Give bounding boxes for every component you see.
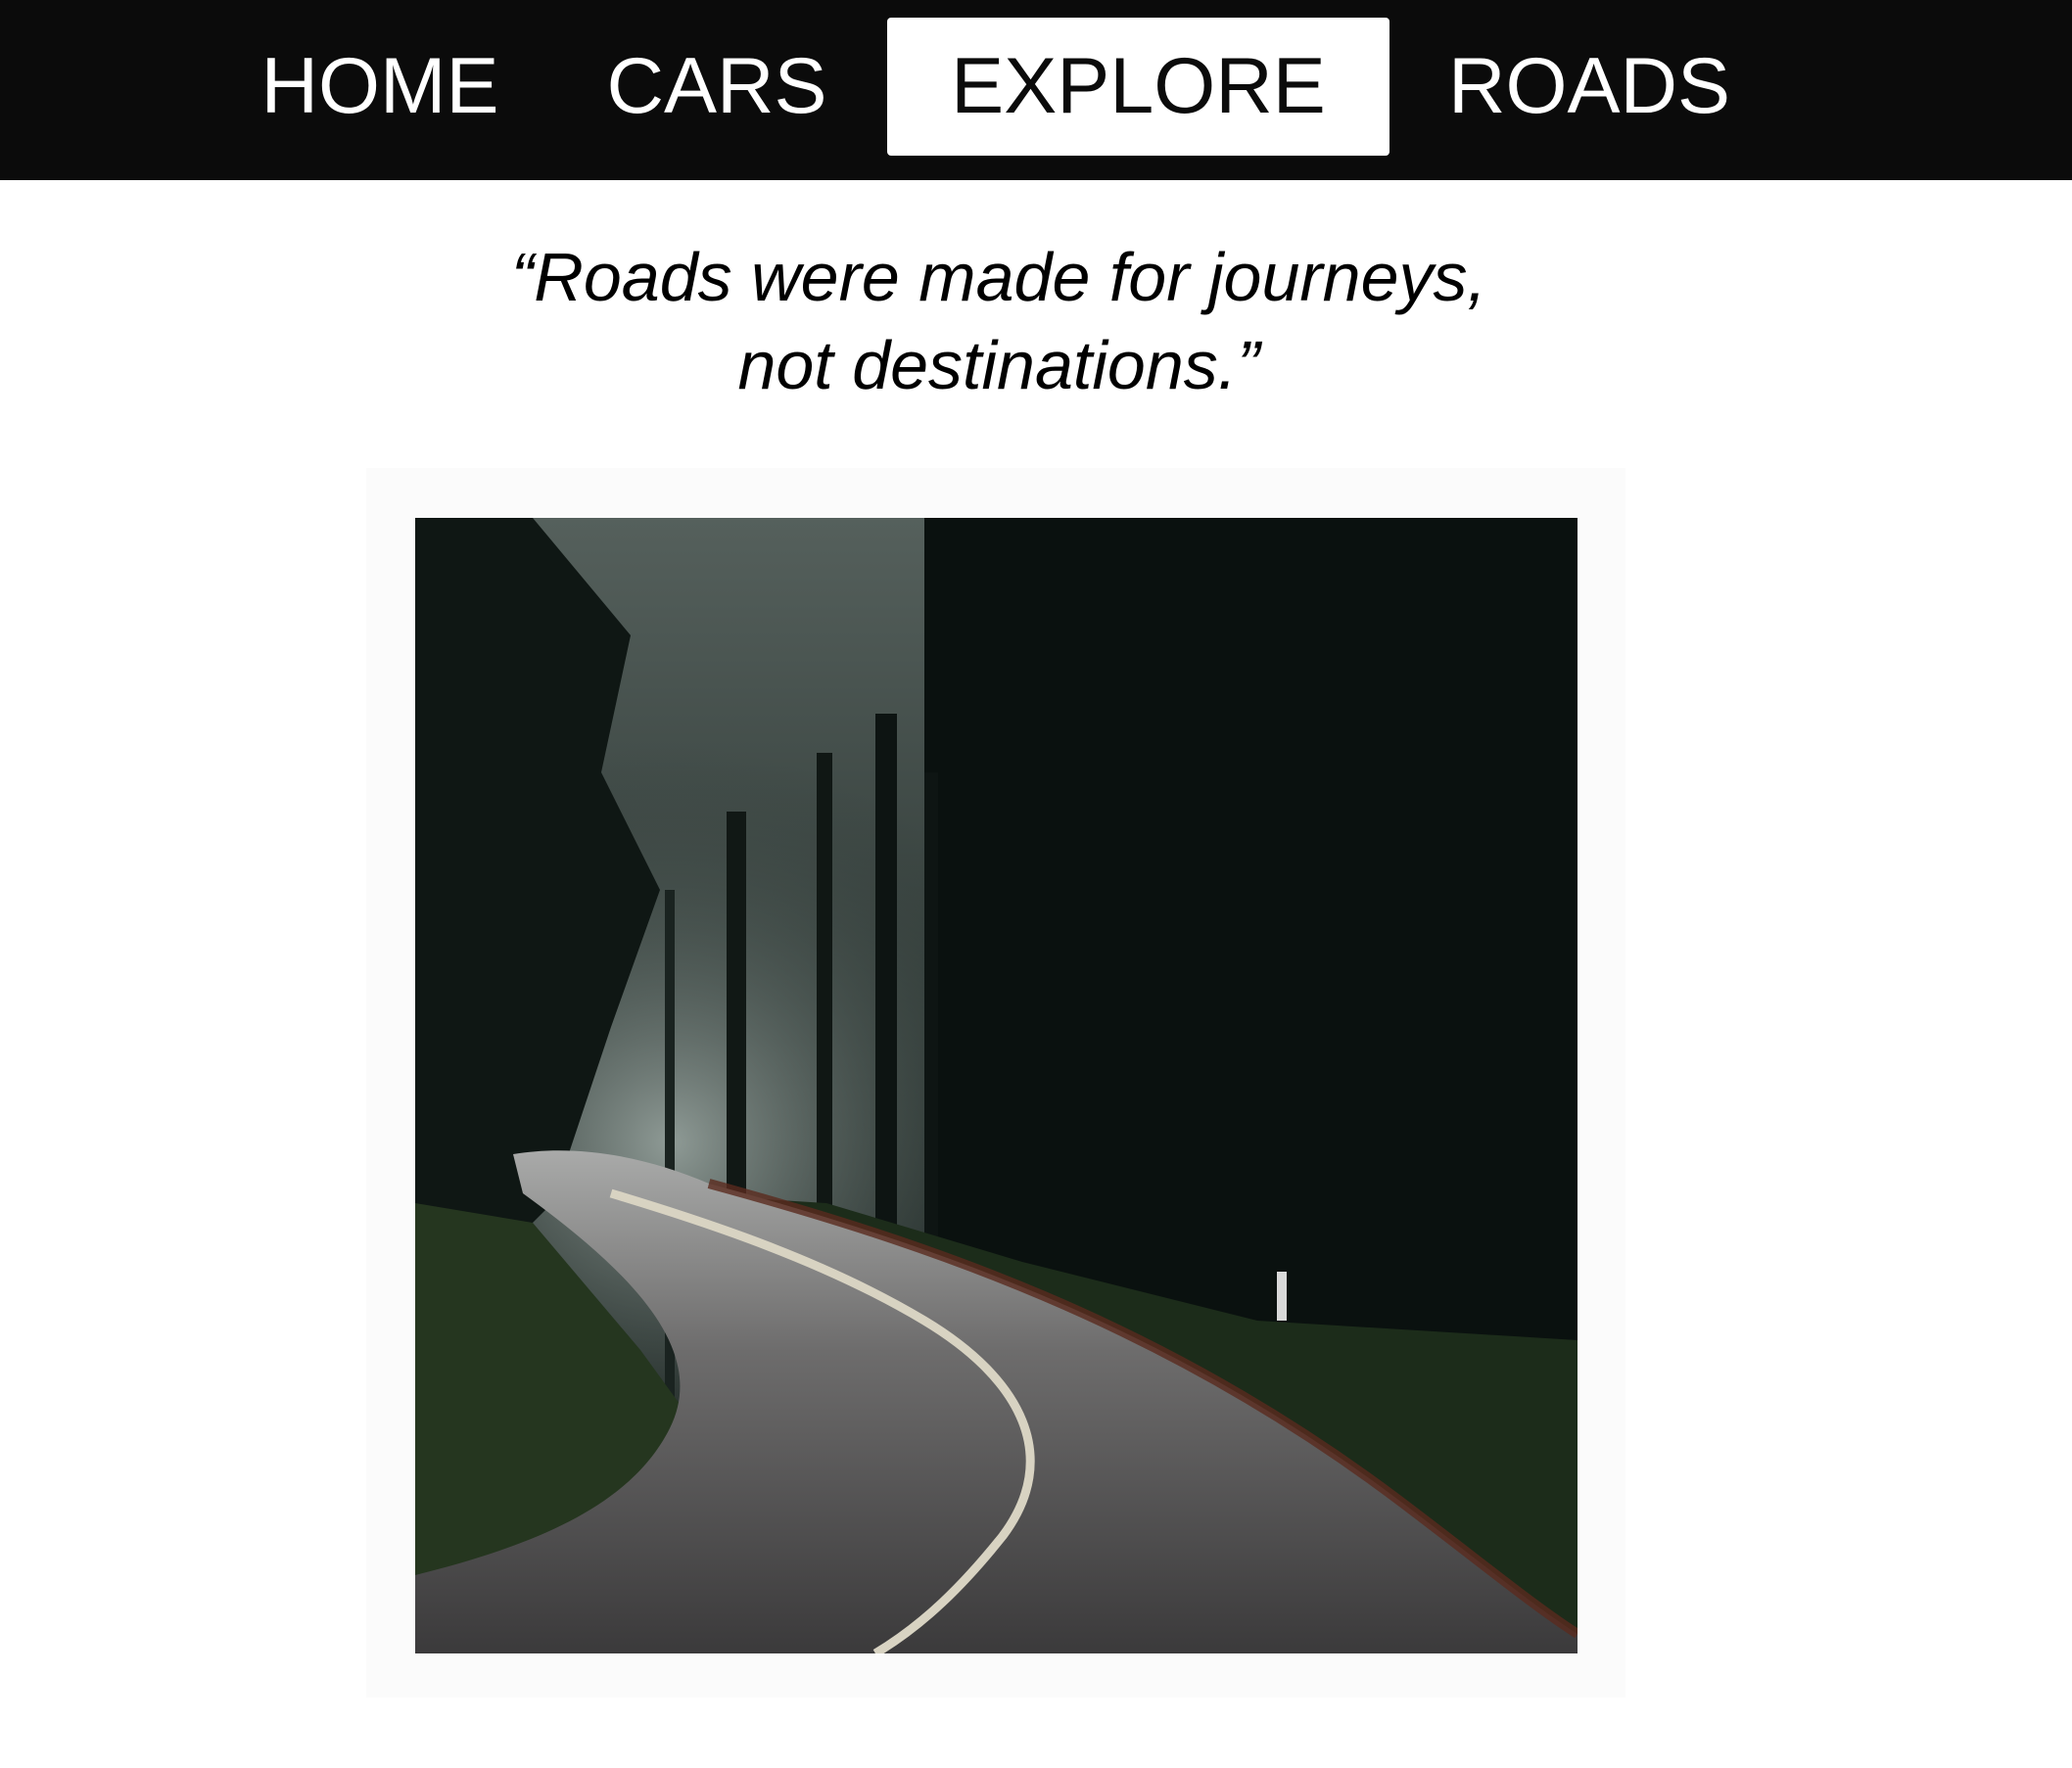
nav-item-explore[interactable]: EXPLORE bbox=[887, 18, 1389, 156]
top-navbar: HOME CARS EXPLORE ROADS bbox=[0, 0, 2072, 180]
nav-item-cars[interactable]: CARS bbox=[588, 18, 846, 156]
nav-item-home[interactable]: HOME bbox=[245, 18, 515, 156]
quote-line-1: “Roads were made for journeys, bbox=[511, 239, 1486, 315]
page-quote: “Roads were made for journeys, not desti… bbox=[294, 233, 1704, 409]
nav-item-roads[interactable]: ROADS bbox=[1428, 18, 1751, 156]
quote-line-2: not destinations.” bbox=[737, 327, 1260, 403]
winding-forest-road-photo bbox=[415, 518, 1578, 1653]
